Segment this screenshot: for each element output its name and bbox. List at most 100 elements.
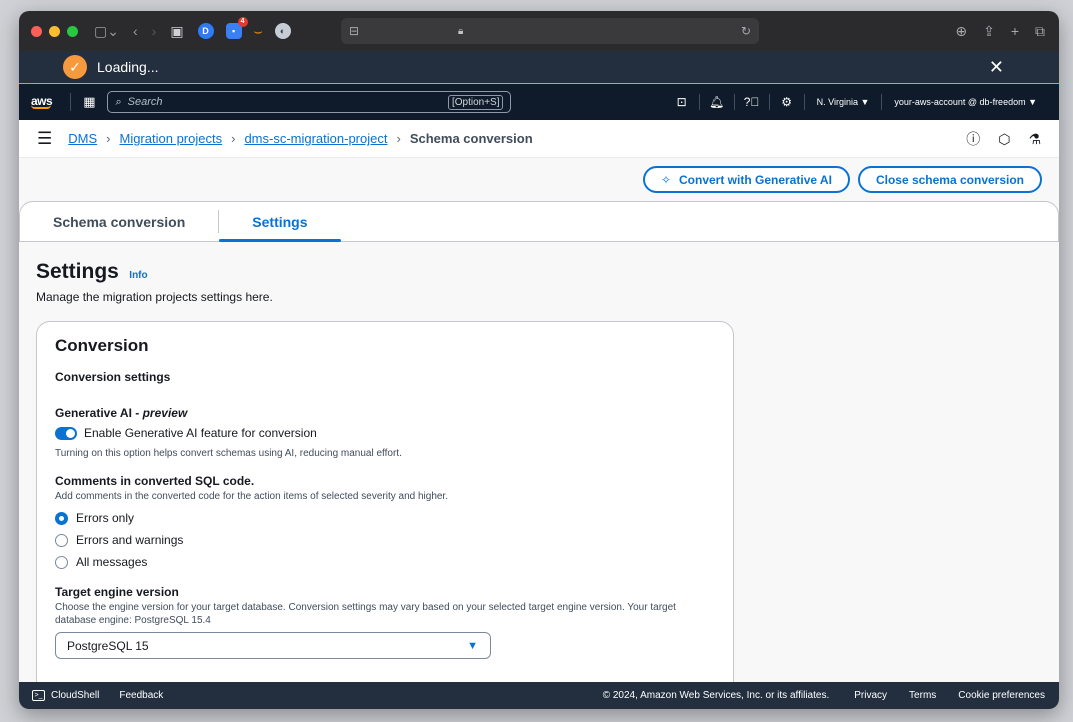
tabs: Schema conversion Settings: [19, 201, 1059, 242]
sparkle-icon: ✧: [660, 172, 671, 187]
new-tab-icon[interactable]: +: [1011, 23, 1019, 39]
console-footer: >_ CloudShell Feedback © 2024, Amazon We…: [19, 682, 1059, 709]
radio-button[interactable]: [55, 533, 68, 547]
comments-hint: Add comments in the converted code for t…: [55, 491, 448, 502]
share-icon[interactable]: ⇪: [983, 23, 995, 40]
genai-setting: Generative AI - preview Enable Generativ…: [55, 406, 715, 460]
aws-logo[interactable]: aws: [31, 93, 53, 109]
window-controls: [31, 25, 78, 37]
genai-toggle-label: Enable Generative AI feature for convers…: [84, 426, 317, 440]
genai-toggle[interactable]: [55, 426, 77, 440]
lab-flask-icon[interactable]: ⚗: [1028, 131, 1041, 148]
info-link[interactable]: Info: [129, 270, 147, 281]
search-placeholder: Search: [127, 96, 163, 108]
services-grid-icon[interactable]: ▦: [83, 94, 95, 110]
help-icon[interactable]: ?⃝: [737, 95, 767, 109]
genai-hint: Turning on this option helps convert sch…: [55, 448, 402, 459]
reader-extension-icon[interactable]: ▣: [170, 23, 183, 40]
breadcrumb: ☰ DMS › Migration projects › dms-sc-migr…: [19, 120, 1059, 158]
radio-errors-only[interactable]: Errors only: [55, 511, 715, 525]
engine-hint: Choose the engine version for your targe…: [55, 602, 676, 626]
radio-button-checked[interactable]: [55, 511, 68, 525]
browser-toolbar: ▢⌄ ‹ › ▣ D ▪ 4 ⌣ ◐ ⊟ 🔒︎ ↻ ⊕ ⇪ + ⧉: [19, 11, 1059, 51]
maximize-window-button[interactable]: [67, 25, 78, 37]
breadcrumb-project[interactable]: dms-sc-migration-project: [244, 131, 387, 146]
radio-label: Errors only: [76, 511, 135, 525]
cloudshell-icon[interactable]: ⊡: [667, 95, 697, 109]
breadcrumb-dms[interactable]: DMS: [68, 131, 97, 146]
genai-toggle-row[interactable]: Enable Generative AI feature for convers…: [55, 426, 715, 440]
convert-with-ai-button[interactable]: ✧ Convert with Generative AI: [642, 166, 850, 193]
genai-label-prefix: Generative AI -: [55, 406, 143, 420]
bell-icon[interactable]: 🔔︎: [702, 95, 732, 109]
menu-icon[interactable]: ☰: [37, 129, 52, 149]
downloads-icon[interactable]: ⊕: [955, 23, 967, 40]
engine-version-select[interactable]: PostgreSQL 15 ▼: [55, 632, 491, 659]
conversion-title: Conversion: [55, 336, 149, 355]
close-window-button[interactable]: [31, 25, 42, 37]
loading-banner: ✓ Loading... ✕: [19, 51, 1059, 84]
address-bar[interactable]: ⊟ 🔒︎ ↻: [341, 18, 759, 44]
close-icon[interactable]: ✕: [989, 57, 1004, 78]
search-icon: ⌕: [115, 95, 122, 108]
aws-top-nav: aws ▦ ⌕ Search [Option+S] ⊡ 🔔︎ ?⃝ ⚙ N. V…: [19, 84, 1059, 120]
breadcrumb-current: Schema conversion: [409, 131, 533, 146]
account-menu[interactable]: your-aws-account @ db-freedom ▼: [894, 97, 1037, 107]
page-title: Settings: [36, 260, 119, 283]
extension-badge: 4: [237, 17, 248, 27]
radio-label: Errors and warnings: [76, 533, 184, 547]
terms-link[interactable]: Terms: [909, 690, 936, 701]
extension-d-icon[interactable]: D: [197, 23, 214, 39]
genai-preview-tag: preview: [142, 406, 188, 420]
lock-icon: 🔒︎: [458, 25, 464, 37]
back-icon[interactable]: ‹: [133, 23, 138, 39]
amazon-extension-icon[interactable]: ⌣: [254, 23, 263, 40]
reload-icon[interactable]: ↻: [741, 24, 751, 38]
search-input[interactable]: ⌕ Search [Option+S]: [107, 91, 512, 113]
sidebar-toggle-icon[interactable]: ▢⌄: [94, 23, 119, 40]
radio-all-messages[interactable]: All messages: [55, 555, 715, 569]
close-schema-conversion-button[interactable]: Close schema conversion: [857, 166, 1042, 193]
privacy-link[interactable]: Privacy: [854, 690, 887, 701]
cloudshell-link[interactable]: CloudShell: [51, 690, 99, 701]
tab-schema-conversion[interactable]: Schema conversion: [20, 202, 218, 241]
tab-overview-icon[interactable]: ⧉: [1035, 23, 1045, 40]
radio-label: All messages: [76, 555, 148, 569]
loading-text: Loading...: [97, 59, 159, 75]
cookie-preferences-link[interactable]: Cookie preferences: [958, 690, 1045, 701]
cloudshell-footer-icon: >_: [32, 690, 45, 701]
radio-errors-and-warnings[interactable]: Errors and warnings: [55, 533, 715, 547]
page-description: Manage the migration projects settings h…: [36, 290, 273, 304]
action-buttons: ✧ Convert with Generative AI Close schem…: [642, 166, 1042, 193]
conversion-card: Conversion Conversion settings Generativ…: [36, 321, 734, 682]
breadcrumb-migration-projects[interactable]: Migration projects: [119, 131, 222, 146]
page-settings-icon[interactable]: ⊟: [349, 24, 359, 38]
radio-button[interactable]: [55, 555, 68, 569]
tab-settings[interactable]: Settings: [219, 202, 341, 242]
gear-icon[interactable]: ⚙: [772, 95, 802, 109]
copyright-text: © 2024, Amazon Web Services, Inc. or its…: [602, 690, 830, 701]
feedback-link[interactable]: Feedback: [119, 690, 163, 701]
close-conversion-label: Close schema conversion: [875, 172, 1024, 187]
browser-actions: ⊕ ⇪ + ⧉: [955, 11, 1045, 51]
chevron-right-icon: ›: [396, 131, 401, 146]
region-selector[interactable]: N. Virginia ▼: [817, 97, 870, 107]
minimize-window-button[interactable]: [49, 25, 60, 37]
settings-hex-icon[interactable]: ⬡: [998, 131, 1010, 148]
genai-label: Generative AI - preview: [55, 406, 715, 420]
aws-logo-text: aws: [31, 93, 53, 108]
page-header: Settings Info Manage the migration proje…: [36, 260, 273, 304]
footer-links: © 2024, Amazon Web Services, Inc. or its…: [603, 682, 1045, 709]
chevron-right-icon: ›: [106, 131, 111, 146]
comments-setting: Comments in converted SQL code. Add comm…: [55, 474, 715, 569]
comments-label: Comments in converted SQL code.: [55, 474, 255, 488]
browser-window: ▢⌄ ‹ › ▣ D ▪ 4 ⌣ ◐ ⊟ 🔒︎ ↻ ⊕ ⇪ + ⧉ ✓ Load…: [19, 11, 1059, 709]
info-icon[interactable]: ⓘ: [966, 129, 980, 149]
extension-g-icon[interactable]: ◐: [274, 23, 291, 39]
aws-nav-right: ⊡ 🔔︎ ?⃝ ⚙ N. Virginia ▼ your-aws-account…: [667, 84, 1047, 120]
convert-ai-label: Convert with Generative AI: [679, 172, 832, 187]
engine-label: Target engine version: [55, 585, 179, 599]
crumb-tools: ⓘ ⬡ ⚗: [966, 120, 1041, 158]
forward-icon[interactable]: ›: [152, 23, 157, 39]
extension-bitwarden-icon[interactable]: ▪ 4: [225, 17, 248, 39]
